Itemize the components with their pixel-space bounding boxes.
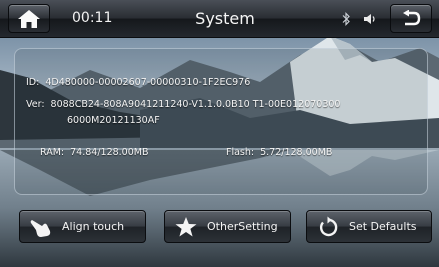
hand-touch-icon: [28, 214, 54, 240]
version-value-line2: 6000M20121130AF: [67, 115, 160, 126]
ram-label: RAM:: [40, 147, 65, 158]
version-label: Ver:: [26, 99, 45, 110]
ram-value: 74.84/128.00MB: [70, 147, 149, 158]
ram-line: RAM: 74.84/128.00MB: [40, 147, 148, 158]
flash-label: Flash:: [226, 147, 255, 158]
device-id-label: ID:: [26, 77, 40, 88]
back-arrow-icon: [403, 9, 421, 25]
align-touch-button[interactable]: Align touch: [19, 210, 146, 243]
set-defaults-label: Set Defaults: [349, 220, 417, 233]
back-button[interactable]: [390, 4, 432, 33]
reset-icon: [315, 214, 341, 240]
home-button[interactable]: [8, 4, 50, 33]
flash-value: 5.72/128.00MB: [260, 147, 333, 158]
version-line: Ver: 8088CB24-808A9041211240-V1.1.0.0B10 …: [26, 99, 340, 110]
bluetooth-icon: [342, 12, 350, 26]
align-touch-label: Align touch: [62, 220, 125, 233]
home-icon: [18, 9, 40, 28]
device-id-value: 4D480000-00002607-00000310-1F2EC976: [45, 77, 251, 88]
flash-line: Flash: 5.72/128.00MB: [226, 147, 332, 158]
set-defaults-button[interactable]: Set Defaults: [306, 210, 432, 243]
star-icon: [173, 214, 199, 240]
other-setting-button[interactable]: OtherSetting: [164, 210, 291, 243]
version-value-line1: 8088CB24-808A9041211240-V1.1.0.0B10 T1-0…: [50, 99, 341, 110]
page-title: System: [195, 9, 255, 28]
device-id-line: ID: 4D480000-00002607-00000310-1F2EC976: [26, 77, 250, 88]
system-screen: 00:11 System ID: 4D480000-00002607-000003…: [0, 0, 439, 267]
clock-time: 00:11: [72, 10, 113, 26]
top-bar: 00:11 System: [0, 0, 439, 38]
other-setting-label: OtherSetting: [207, 220, 278, 233]
volume-icon: [364, 14, 375, 24]
